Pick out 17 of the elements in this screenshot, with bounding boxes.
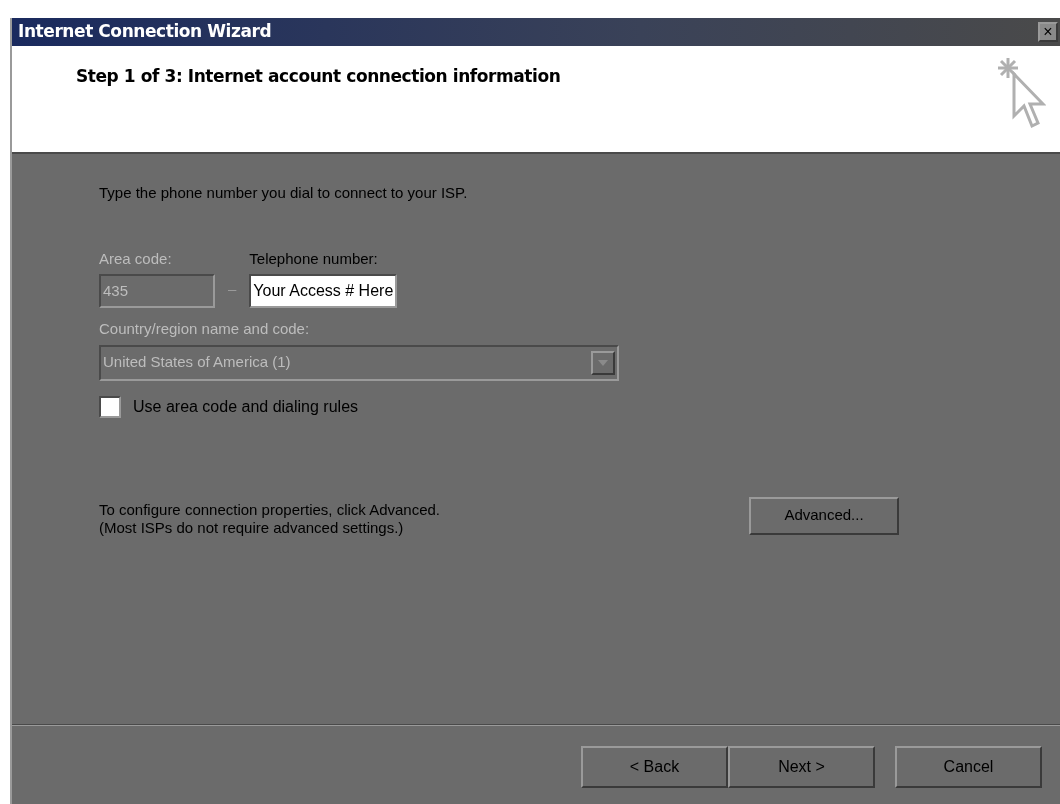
cancel-button[interactable]: Cancel [895,746,1042,788]
checkbox-label: Use area code and dialing rules [133,396,359,417]
dash-separator: – [228,278,237,299]
instruction-text: Type the phone number you dial to connect to your ISP. [99,183,469,203]
advanced-note: To configure connection properties, click Advanced. [99,500,442,519]
step-title: Step 1 of 3: Internet account connection information [76,65,561,88]
telephone-label: Telephone number: [249,248,379,269]
wizard-button[interactable]: < Back [581,746,728,788]
telephone-field[interactable]: Your Access # Here [249,274,398,308]
close-button[interactable]: × [1038,22,1058,42]
advanced-note: (Most ISPs do not require advanced settings.) [99,518,405,537]
country-label: Country/region name and code: [99,319,311,339]
window-title: Internet Connection Wizard [18,20,272,44]
wizard-button[interactable]: Next > [728,746,875,788]
advanced-button[interactable]: Advanced... [749,496,899,535]
checkbox[interactable] [99,395,121,418]
area-code-label: Area code: [99,248,173,269]
